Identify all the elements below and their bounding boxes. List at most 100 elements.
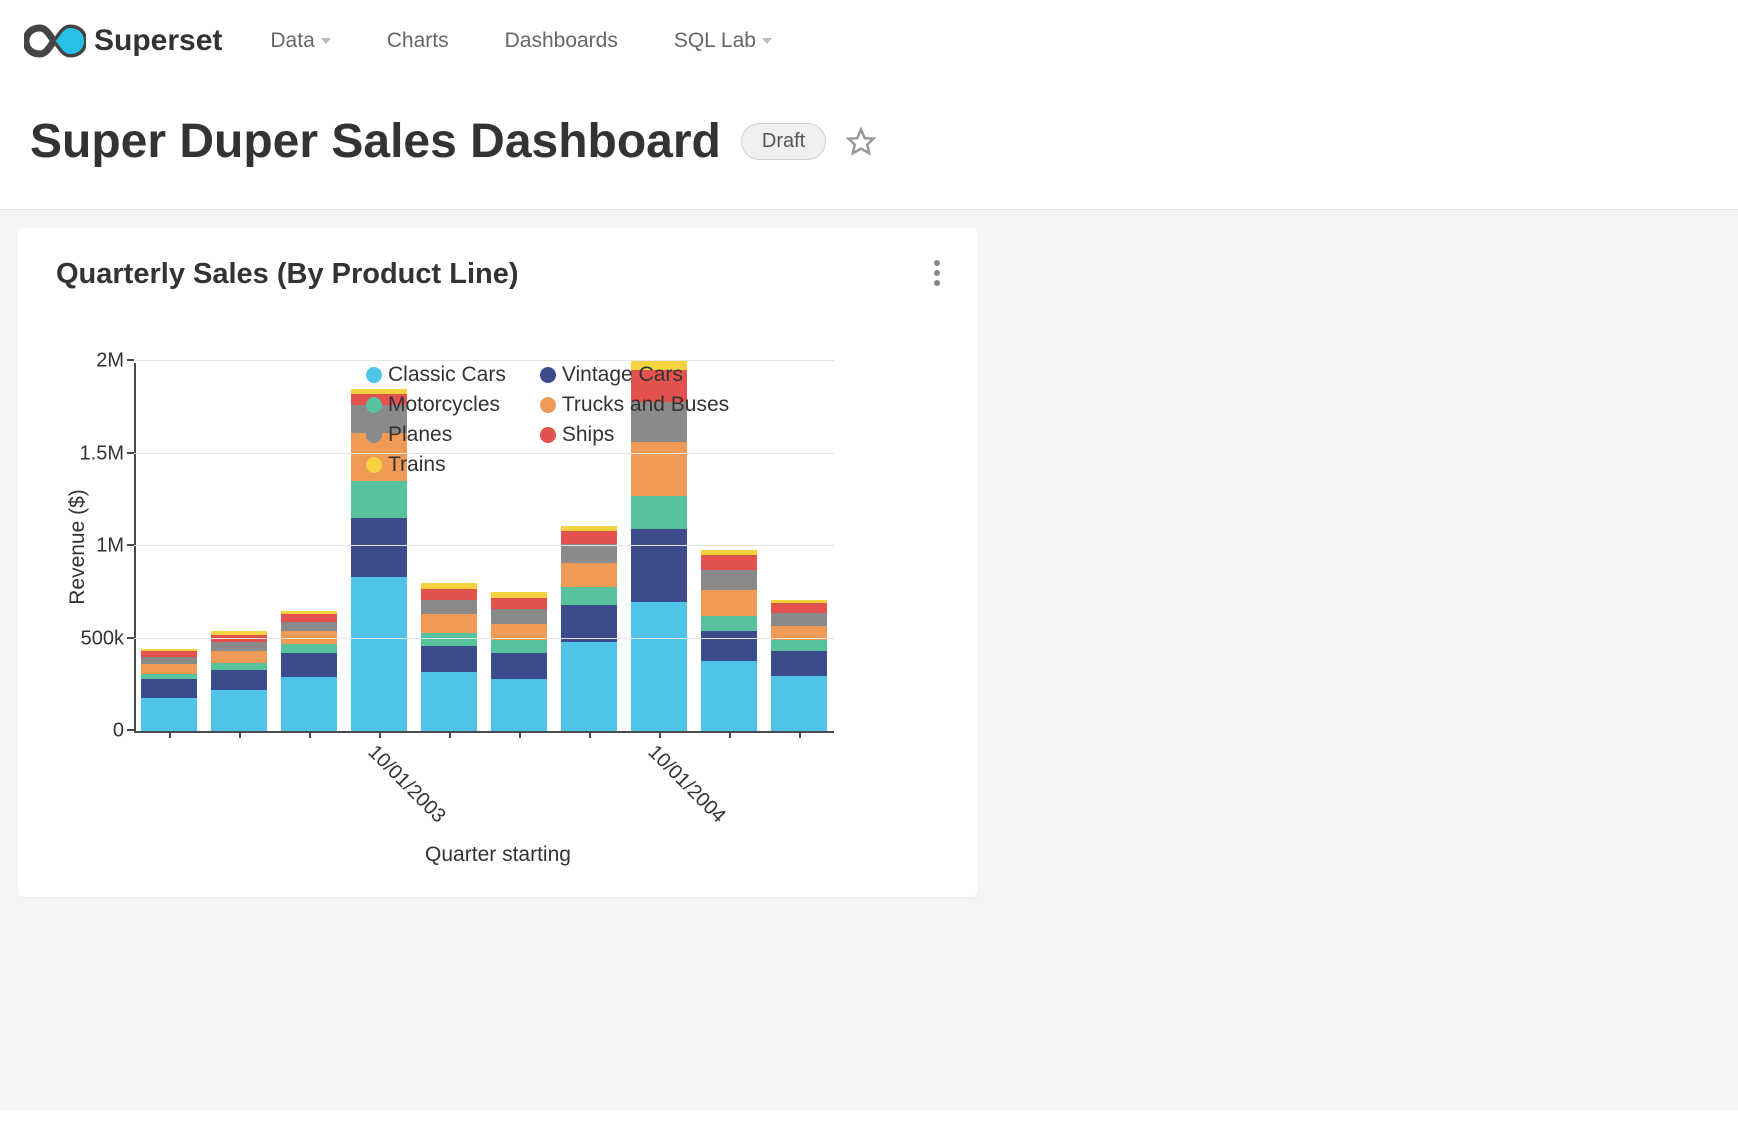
bar-segment [701, 570, 757, 590]
legend-swatch [540, 367, 556, 383]
legend-swatch [366, 457, 382, 473]
bar-slot [274, 611, 344, 731]
nav-data[interactable]: Data [270, 29, 330, 53]
nav-sqllab[interactable]: SQL Lab [674, 29, 772, 53]
infinity-icon [24, 24, 86, 58]
bar-segment [421, 600, 477, 615]
stacked-bar[interactable] [281, 611, 337, 731]
nav-sqllab-label: SQL Lab [674, 29, 756, 53]
x-tick [379, 731, 381, 738]
legend-label: Classic Cars [388, 363, 506, 387]
bar-slot [134, 649, 204, 731]
legend-label: Vintage Cars [562, 363, 683, 387]
brand-name: Superset [94, 24, 222, 58]
bar-slot [554, 526, 624, 731]
y-tick-label: 1M [96, 535, 124, 558]
legend-item[interactable]: Trains [366, 453, 506, 477]
y-tick-label: 2M [96, 350, 124, 373]
nav-charts-label: Charts [387, 29, 449, 53]
bar-segment [421, 646, 477, 672]
gridline [134, 360, 834, 361]
legend-swatch [540, 427, 556, 443]
bar-segment [561, 563, 617, 587]
chart-legend: Classic Cars Vintage Cars Motorcycles Truck… [366, 363, 729, 477]
chart-card: Quarterly Sales (By Product Line) Classi… [18, 228, 978, 897]
legend-item[interactable]: Motorcycles [366, 393, 506, 417]
y-tick [127, 729, 134, 731]
bar-slot [694, 550, 764, 731]
x-tick [449, 731, 451, 738]
x-tick [169, 731, 171, 738]
bar-segment [701, 555, 757, 570]
bar-slot [484, 592, 554, 731]
stacked-bar[interactable] [701, 550, 757, 731]
dashboard-title[interactable]: Super Duper Sales Dashboard [30, 114, 721, 169]
chart-area: Classic Cars Vintage Cars Motorcycles Truck… [56, 363, 940, 867]
bar-segment [561, 587, 617, 606]
x-tick [799, 731, 801, 738]
bar-segment [771, 613, 827, 626]
bar-segment [701, 616, 757, 631]
dashboard-header: Super Duper Sales Dashboard Draft [0, 76, 1738, 210]
stacked-bar[interactable] [771, 600, 827, 731]
legend-label: Ships [562, 423, 615, 447]
bar-segment [141, 679, 197, 698]
bar-segment [141, 698, 197, 731]
bar-segment [421, 672, 477, 731]
kebab-menu-icon[interactable] [934, 256, 940, 290]
bar-segment [491, 598, 547, 609]
bar-segment [351, 481, 407, 518]
bar-segment [211, 635, 267, 642]
stacked-bar[interactable] [491, 592, 547, 731]
bar-segment [561, 544, 617, 563]
star-icon[interactable] [846, 127, 876, 157]
stacked-bar[interactable] [561, 526, 617, 731]
x-tick [519, 731, 521, 738]
bar-segment [701, 590, 757, 616]
y-tick-label: 500k [81, 627, 124, 650]
bar-segment [211, 651, 267, 662]
legend-item[interactable]: Planes [366, 423, 506, 447]
x-tick [659, 731, 661, 738]
bar-segment [351, 577, 407, 731]
bar-segment [421, 633, 477, 646]
legend-item[interactable]: Classic Cars [366, 363, 506, 387]
chevron-down-icon [321, 38, 331, 44]
x-tick [729, 731, 731, 738]
y-tick [127, 452, 134, 454]
stacked-bar[interactable] [421, 583, 477, 731]
bar-segment [491, 609, 547, 624]
bar-segment [561, 531, 617, 544]
dashboard-grid: Quarterly Sales (By Product Line) Classi… [0, 210, 1738, 1110]
bar-segment [141, 664, 197, 673]
y-tick-label: 1.5M [80, 442, 124, 465]
legend-item[interactable]: Vintage Cars [540, 363, 729, 387]
x-tick [309, 731, 311, 738]
bar-segment [491, 653, 547, 679]
bar-segment [631, 602, 687, 732]
top-navbar: Superset Data Charts Dashboards SQL Lab [0, 0, 1738, 76]
bar-segment [281, 653, 337, 677]
brand-logo[interactable]: Superset [24, 24, 222, 58]
nav-dashboards-label: Dashboards [505, 29, 618, 53]
bar-segment [491, 640, 547, 653]
bar-segment [351, 518, 407, 577]
legend-item[interactable]: Ships [540, 423, 729, 447]
chevron-down-icon [762, 38, 772, 44]
gridline [134, 638, 834, 639]
nav-dashboards[interactable]: Dashboards [505, 29, 618, 53]
bar-segment [701, 661, 757, 731]
chart-title[interactable]: Quarterly Sales (By Product Line) [56, 258, 940, 291]
bar-segment [561, 642, 617, 731]
nav-charts[interactable]: Charts [387, 29, 449, 53]
stacked-bar[interactable] [141, 649, 197, 731]
legend-item[interactable]: Trucks and Buses [540, 393, 729, 417]
nav-items: Data Charts Dashboards SQL Lab [270, 29, 772, 53]
y-axis-title: Revenue ($) [66, 489, 90, 605]
bar-segment [281, 622, 337, 631]
bar-segment [771, 676, 827, 732]
status-badge[interactable]: Draft [741, 123, 826, 160]
x-tick [239, 731, 241, 738]
stacked-bar[interactable] [211, 631, 267, 731]
bar-segment [771, 603, 827, 612]
